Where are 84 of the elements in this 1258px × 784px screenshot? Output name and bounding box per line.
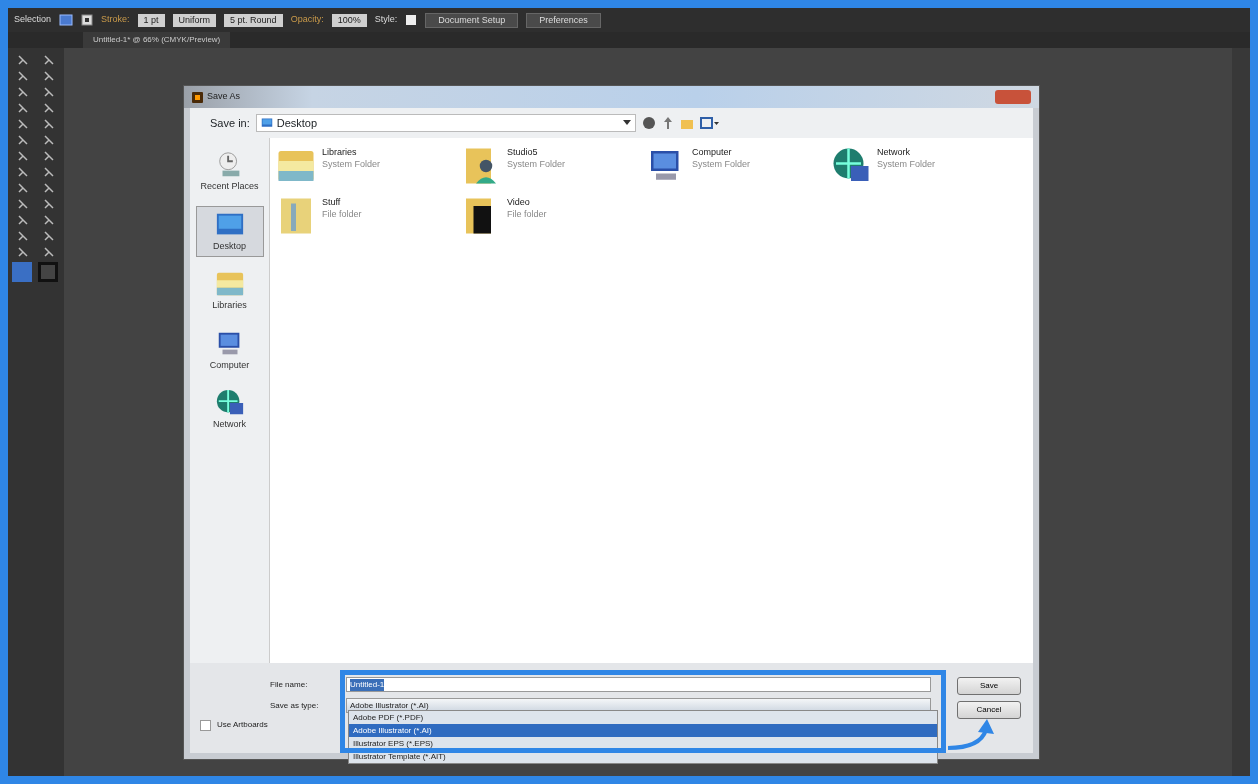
- tool-icon[interactable]: [16, 70, 30, 82]
- dialog-title: Save As: [207, 90, 241, 104]
- item-name: Libraries: [322, 146, 358, 158]
- place-item[interactable]: Network: [195, 384, 264, 436]
- curved-arrow: [946, 718, 996, 752]
- item-name: Network: [877, 146, 911, 158]
- toolbar-button[interactable]: Preferences: [526, 12, 601, 28]
- tool-icon[interactable]: [16, 54, 30, 66]
- file-item[interactable]: Computer System Folder: [646, 146, 831, 190]
- tool-icon[interactable]: [42, 182, 56, 194]
- tool-icon[interactable]: [42, 198, 56, 210]
- tool-icon[interactable]: [16, 150, 30, 162]
- save-in-label: Save in:: [210, 115, 250, 131]
- use-artboards-label: Use Artboards: [217, 719, 268, 731]
- file-name-label: File name:: [270, 678, 309, 691]
- tool-icon[interactable]: [42, 230, 56, 242]
- document-tab[interactable]: Untitled-1* @ 66% (CMYK/Preview): [83, 32, 231, 48]
- tool-icon[interactable]: [42, 246, 56, 258]
- back-icon[interactable]: [641, 116, 656, 130]
- tool-icon[interactable]: [42, 86, 56, 98]
- tool-icon[interactable]: [16, 118, 30, 130]
- place-item[interactable]: Recent Places: [195, 146, 264, 198]
- view-menu-icon[interactable]: [699, 116, 720, 130]
- item-type: System Folder: [507, 158, 566, 170]
- place-item[interactable]: Desktop: [195, 205, 264, 257]
- tool-icon[interactable]: [16, 198, 30, 210]
- item-name: Computer: [692, 146, 733, 158]
- tool-icon[interactable]: [16, 214, 30, 226]
- tool-icon[interactable]: [42, 70, 56, 82]
- file-item[interactable]: Libraries System Folder: [276, 146, 461, 190]
- stroke-color-swatch[interactable]: [38, 262, 58, 282]
- desktop-icon: [260, 117, 273, 129]
- tool-icon[interactable]: [16, 182, 30, 194]
- tool-icon[interactable]: [42, 214, 56, 226]
- tool-icon[interactable]: [42, 102, 56, 114]
- tool-icon[interactable]: [42, 150, 56, 162]
- opacity-label: Opacity:: [290, 13, 324, 27]
- opacity-field[interactable]: 100%: [331, 13, 367, 27]
- file-item[interactable]: Studio5 System Folder: [461, 146, 646, 190]
- save-as-type-label: Save as type:: [270, 699, 320, 712]
- toolbar-button[interactable]: Document Setup: [425, 12, 519, 28]
- caret-icon: [622, 120, 631, 126]
- stroke-profile-dropdown[interactable]: Uniform: [172, 13, 217, 27]
- dialog-button[interactable]: Cancel: [957, 701, 1021, 719]
- tool-icon[interactable]: [42, 166, 56, 178]
- fill-color-swatch[interactable]: [12, 262, 32, 282]
- style-swatch-icon[interactable]: [405, 14, 418, 26]
- place-item[interactable]: Libraries: [195, 265, 264, 317]
- fill-swatch-icon[interactable]: [59, 14, 74, 26]
- file-name-field[interactable]: Untitled-1: [346, 677, 931, 692]
- tool-icon[interactable]: [16, 134, 30, 146]
- up-folder-icon[interactable]: [661, 116, 674, 130]
- item-type: System Folder: [692, 158, 751, 170]
- file-type-option[interactable]: Adobe Illustrator (*.AI): [349, 724, 937, 737]
- tool-icon[interactable]: [16, 230, 30, 242]
- stroke-weight-field[interactable]: 1 pt: [137, 13, 165, 27]
- tool-icon[interactable]: [42, 134, 56, 146]
- app-icon: [192, 91, 203, 103]
- item-name: Stuff: [322, 196, 342, 208]
- tool-icon[interactable]: [16, 86, 30, 98]
- tool-icon[interactable]: [16, 166, 30, 178]
- tool-icon[interactable]: [16, 102, 30, 114]
- brush-dropdown[interactable]: 5 pt. Round: [224, 13, 283, 27]
- item-name: Studio5: [507, 146, 539, 158]
- item-type: System Folder: [322, 158, 381, 170]
- style-label: Style:: [374, 13, 398, 27]
- tool-icon[interactable]: [42, 118, 56, 130]
- checkbox[interactable]: [200, 719, 211, 731]
- item-type: System Folder: [877, 158, 936, 170]
- stroke-swatch-icon[interactable]: [81, 14, 94, 26]
- file-item[interactable]: Stuff File folder: [276, 196, 461, 240]
- stroke-label: Stroke:: [101, 13, 130, 27]
- file-item[interactable]: Video File folder: [461, 196, 646, 240]
- tool-name: Selection: [14, 13, 52, 27]
- item-type: File folder: [322, 208, 362, 220]
- tool-icon[interactable]: [16, 246, 30, 258]
- file-item[interactable]: Network System Folder: [831, 146, 1016, 190]
- tool-icon[interactable]: [42, 54, 56, 66]
- file-type-option[interactable]: Adobe PDF (*.PDF): [349, 711, 937, 724]
- dialog-button[interactable]: Save: [957, 677, 1021, 695]
- place-item[interactable]: Computer: [195, 324, 264, 376]
- item-type: File folder: [507, 208, 547, 220]
- item-name: Video: [507, 196, 531, 208]
- save-in-dropdown[interactable]: Desktop: [255, 114, 636, 132]
